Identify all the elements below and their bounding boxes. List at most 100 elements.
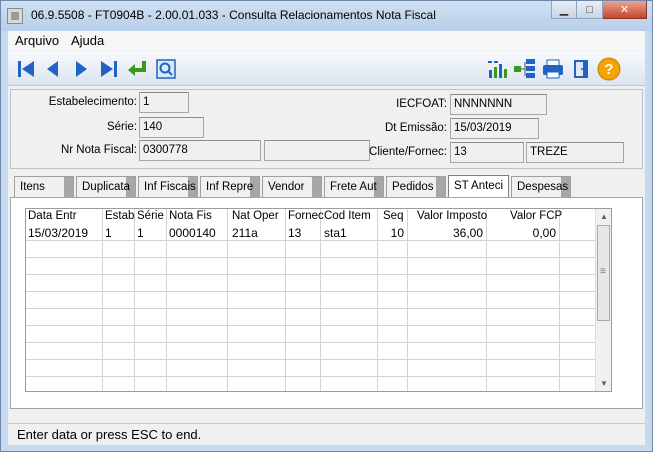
tab-frete-aut[interactable]: Frete Aut [324, 176, 384, 197]
search-icon [156, 59, 176, 79]
estabelecimento-field[interactable]: 1 [139, 92, 189, 113]
menu-arquivo[interactable]: Arquivo [15, 33, 59, 48]
tab-inf-repre-label: Inf Repre [206, 181, 254, 193]
status-bar: Enter data or press ESC to end. [8, 423, 645, 445]
cliente-label: Cliente/Fornec: [369, 146, 447, 158]
empty-row [26, 241, 596, 258]
last-button[interactable] [97, 56, 121, 82]
next-button[interactable] [69, 56, 93, 82]
iecfoat-field[interactable]: NNNNNNN [450, 94, 547, 115]
app-icon [7, 8, 23, 24]
maximize-button[interactable]: □ [577, 1, 603, 19]
svg-text:?: ? [604, 61, 613, 78]
cliente-code-field[interactable]: 13 [450, 142, 524, 163]
status-message: Enter data or press ESC to end. [17, 427, 202, 442]
serie-label: Série: [106, 121, 137, 133]
cell-cod-item: sta1 [324, 226, 347, 240]
help-button[interactable]: ? [597, 56, 621, 82]
chart-button[interactable] [485, 56, 509, 82]
last-record-icon [101, 61, 117, 77]
close-button[interactable]: ✕ [603, 1, 647, 19]
tab-despesas[interactable]: Despesas [511, 176, 571, 197]
minimize-icon: ▁ [559, 4, 569, 16]
previous-button[interactable] [41, 56, 65, 82]
tab-itens[interactable]: Itens [14, 176, 74, 197]
exit-button[interactable] [569, 56, 593, 82]
print-icon [543, 59, 563, 79]
empty-row [26, 326, 596, 343]
cliente-name-field[interactable]: TREZE [526, 142, 624, 163]
cell-seq: 10 [390, 226, 404, 240]
estabelecimento-label: Estabelecimento: [48, 96, 137, 108]
empty-row [26, 360, 596, 377]
st-grid: Data Entr Estab Série Nota Fis Nat Oper … [25, 208, 612, 392]
empty-row [26, 343, 596, 360]
tab-vendor-label: Vendor [268, 181, 305, 193]
tab-pedidos[interactable]: Pedidos [386, 176, 446, 197]
empty-row [26, 275, 596, 292]
tab-strip: Itens Duplicata Inf Fiscais Inf Repre Ve… [10, 175, 643, 198]
tab-content: Data Entr Estab Série Nota Fis Nat Oper … [10, 197, 643, 409]
previous-record-icon [47, 61, 58, 77]
col-estab[interactable]: Estab [105, 210, 134, 222]
client-area: Arquivo Ajuda ? Estabelecimento: 1 Série… [8, 31, 645, 445]
tab-st-anteci[interactable]: ST Anteci [448, 175, 509, 198]
tab-duplicata[interactable]: Duplicata [76, 176, 136, 197]
tab-duplicata-label: Duplicata [82, 181, 130, 193]
col-valor-imposto[interactable]: Valor Imposto [417, 210, 487, 222]
tab-inf-fiscais-label: Inf Fiscais [144, 181, 196, 193]
exit-icon [574, 60, 588, 78]
first-record-icon [18, 61, 34, 77]
col-seq[interactable]: Seq [383, 210, 403, 222]
col-data-entr[interactable]: Data Entr [28, 210, 77, 222]
dt-emissao-field[interactable]: 15/03/2019 [450, 118, 539, 139]
application-window: 06.9.5508 - FT0904B - 2.00.01.033 - Cons… [0, 0, 653, 452]
next-record-icon [76, 61, 87, 77]
close-icon: ✕ [619, 4, 630, 16]
goto-button[interactable] [126, 56, 150, 82]
cell-data-entr: 15/03/2019 [28, 226, 89, 240]
dt-emissao-label: Dt Emissão: [385, 122, 447, 134]
tree-button[interactable] [513, 56, 537, 82]
tab-inf-repre[interactable]: Inf Repre [200, 176, 260, 197]
table-row[interactable]: 15/03/2019 1 1 0000140 211a 13 sta1 10 3… [26, 224, 596, 241]
col-fornec[interactable]: Fornec [288, 210, 324, 222]
serie-field[interactable]: 140 [139, 117, 204, 138]
window-controls: ▁ □ ✕ [551, 1, 647, 21]
scroll-up-icon[interactable]: ▲ [600, 212, 608, 221]
nr-nota-label: Nr Nota Fiscal: [60, 144, 137, 156]
cell-valor-imposto: 36,00 [452, 226, 483, 240]
scroll-thumb[interactable] [597, 225, 610, 321]
search-button[interactable] [154, 56, 178, 82]
tab-vendor[interactable]: Vendor [262, 176, 322, 197]
tab-inf-fiscais[interactable]: Inf Fiscais [138, 176, 198, 197]
col-serie[interactable]: Série [137, 210, 164, 222]
cell-serie: 1 [137, 226, 144, 240]
cell-estab: 1 [105, 226, 112, 240]
tab-frete-aut-label: Frete Aut [330, 181, 377, 193]
iecfoat-label: IECFOAT: [396, 98, 447, 110]
grid-vertical-scrollbar[interactable]: ▲ ▼ [595, 209, 611, 391]
nr-nota-field[interactable]: 0300778 [139, 140, 261, 161]
menu-ajuda[interactable]: Ajuda [71, 33, 104, 48]
scroll-down-icon[interactable]: ▼ [600, 379, 608, 388]
col-cod-item[interactable]: Cod Item [324, 210, 371, 222]
col-valor-fcp[interactable]: Valor FCP [510, 210, 562, 222]
tab-despesas-label: Despesas [517, 181, 569, 193]
tree-icon [514, 59, 535, 78]
tab-st-anteci-label: ST Anteci [454, 180, 504, 192]
window-title: 06.9.5508 - FT0904B - 2.00.01.033 - Cons… [31, 8, 436, 22]
col-nat-oper[interactable]: Nat Oper [232, 210, 279, 222]
toolbar: ? [8, 52, 645, 86]
cell-fornec: 13 [288, 226, 302, 240]
empty-row [26, 258, 596, 275]
menu-bar: Arquivo Ajuda [8, 31, 645, 51]
col-nota-fis[interactable]: Nota Fis [169, 210, 212, 222]
chart-icon [488, 61, 507, 78]
empty-row [26, 309, 596, 326]
tab-pedidos-label: Pedidos [392, 181, 434, 193]
title-bar[interactable]: 06.9.5508 - FT0904B - 2.00.01.033 - Cons… [1, 1, 652, 31]
print-button[interactable] [541, 56, 565, 82]
first-button[interactable] [14, 56, 38, 82]
minimize-button[interactable]: ▁ [551, 1, 577, 19]
